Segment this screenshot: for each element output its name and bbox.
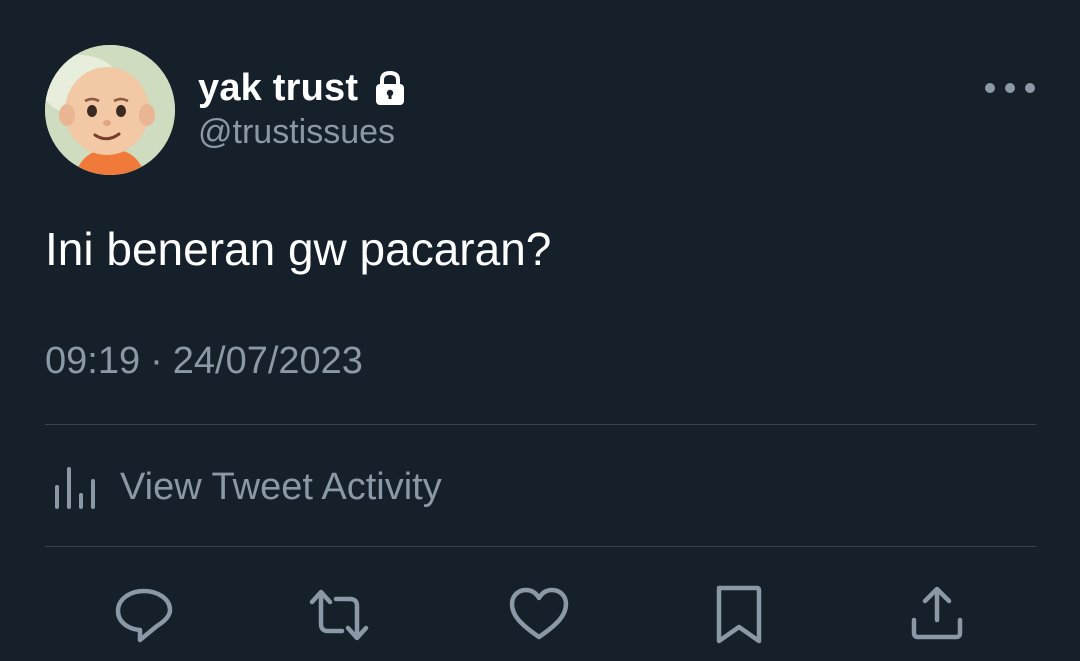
tweet-time: 09:19	[45, 340, 141, 382]
author-name-row: yak trust	[198, 64, 406, 112]
divider	[45, 546, 1036, 547]
retweet-button[interactable]	[308, 584, 370, 646]
reply-icon	[115, 588, 173, 643]
like-icon	[509, 587, 569, 640]
view-tweet-activity-button[interactable]: View Tweet Activity	[52, 462, 442, 512]
avatar[interactable]	[45, 45, 175, 175]
tweet-date: 24/07/2023	[172, 340, 363, 382]
tweet-timestamp[interactable]: 09:19 · 24/07/2023	[45, 340, 363, 383]
more-horizontal-icon[interactable]	[982, 78, 1038, 98]
reply-button[interactable]	[113, 584, 175, 646]
divider	[45, 424, 1036, 425]
view-tweet-activity-label: View Tweet Activity	[120, 465, 442, 508]
share-button[interactable]	[906, 584, 968, 646]
bookmark-button[interactable]	[708, 584, 770, 646]
like-button[interactable]	[508, 584, 570, 646]
avatar-image	[45, 45, 175, 175]
bar-chart-icon	[52, 463, 100, 511]
user-handle[interactable]: @trustissues	[198, 113, 395, 152]
bookmark-icon	[716, 585, 762, 644]
display-name[interactable]: yak trust	[198, 67, 358, 110]
tweet-text: Ini beneran gw pacaran?	[45, 223, 552, 275]
share-icon	[911, 586, 963, 640]
timestamp-separator: ·	[150, 340, 163, 382]
lock-icon	[374, 70, 406, 106]
retweet-icon	[309, 589, 369, 641]
